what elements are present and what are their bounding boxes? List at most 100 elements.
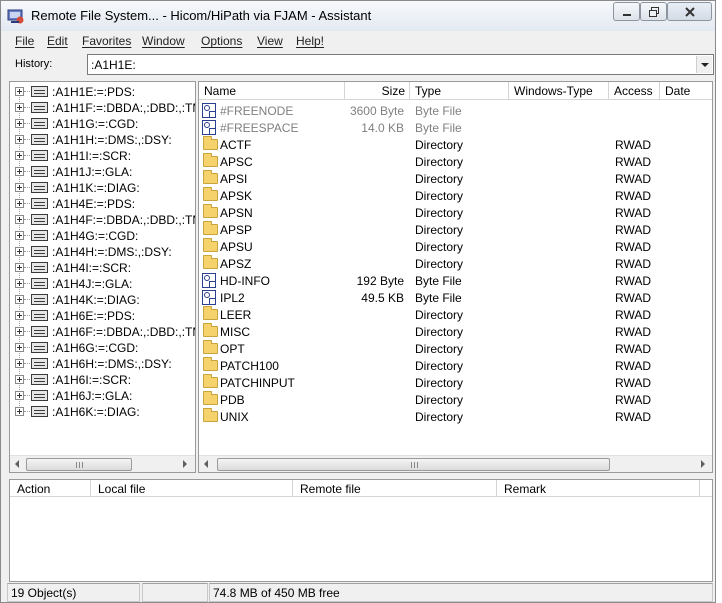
expand-icon[interactable]: [15, 263, 24, 272]
menu-options[interactable]: Options: [201, 34, 242, 48]
column-action[interactable]: Action: [10, 480, 91, 497]
tree-item[interactable]: :A1H1I:=:SCR:: [10, 148, 195, 164]
file-row[interactable]: ACTF Directory RWAD: [199, 136, 712, 153]
menu-file[interactable]: File: [15, 34, 34, 48]
tree-item[interactable]: :A1H1K:=:DIAG:: [10, 180, 195, 196]
tree-item[interactable]: :A1H4J:=:GLA:: [10, 276, 195, 292]
scroll-right-icon[interactable]: [183, 460, 187, 468]
tree-item[interactable]: :A1H1G:=:CGD:: [10, 116, 195, 132]
tree-item[interactable]: :A1H1H:=:DMS:,:DSY:: [10, 132, 195, 148]
expand-icon[interactable]: [15, 407, 24, 416]
column-remark[interactable]: Remark: [497, 480, 700, 497]
file-row[interactable]: PATCH100 Directory RWAD: [199, 357, 712, 374]
column-type[interactable]: Type: [410, 82, 509, 100]
tree-item[interactable]: :A1H4G:=:CGD:: [10, 228, 195, 244]
tree-item[interactable]: :A1H4K:=:DIAG:: [10, 292, 195, 308]
tree-item[interactable]: :A1H6E:=:PDS:: [10, 308, 195, 324]
file-list[interactable]: Name Size Type Windows-Type Access Date …: [198, 81, 713, 473]
expand-icon[interactable]: [15, 247, 24, 256]
column-local-file[interactable]: Local file: [91, 480, 293, 497]
menu-help[interactable]: Help!: [296, 34, 324, 48]
folder-tree[interactable]: :A1H1E:=:PDS::A1H1F:=:DBDA:,:DBD:,:TMD:A…: [9, 81, 196, 473]
file-row[interactable]: PDB Directory RWAD: [199, 391, 712, 408]
history-combobox[interactable]: :A1H1E:: [87, 54, 714, 75]
tree-item[interactable]: :A1H1F:=:DBDA:,:DBD:,:TMD: [10, 100, 195, 116]
close-button[interactable]: [667, 2, 712, 21]
expand-icon[interactable]: [15, 151, 24, 160]
tree-item[interactable]: :A1H4H:=:DMS:,:DSY:: [10, 244, 195, 260]
minimize-button[interactable]: [613, 2, 640, 21]
file-row[interactable]: MISC Directory RWAD: [199, 323, 712, 340]
tree-scroll-thumb[interactable]: [26, 458, 132, 471]
expand-icon[interactable]: [15, 167, 24, 176]
scroll-right-icon[interactable]: [701, 460, 705, 468]
file-row[interactable]: LEER Directory RWAD: [199, 306, 712, 323]
window-title: Remote File System... - Hicom/HiPath via…: [31, 8, 372, 23]
tree-item[interactable]: :A1H6I:=:SCR:: [10, 372, 195, 388]
tree-item[interactable]: :A1H4I:=:SCR:: [10, 260, 195, 276]
tree-item[interactable]: :A1H6J:=:GLA:: [10, 388, 195, 404]
column-date[interactable]: Date: [660, 82, 712, 100]
column-access[interactable]: Access: [609, 82, 660, 100]
history-value[interactable]: :A1H1E:: [91, 58, 136, 72]
scroll-left-icon[interactable]: [15, 460, 19, 468]
expand-icon[interactable]: [15, 87, 24, 96]
file-row[interactable]: IPL2 49.5 KB Byte File RWAD: [199, 289, 712, 306]
expand-icon[interactable]: [15, 327, 24, 336]
title-bar[interactable]: Remote File System... - Hicom/HiPath via…: [1, 1, 715, 31]
expand-icon[interactable]: [15, 183, 24, 192]
expand-icon[interactable]: [15, 359, 24, 368]
menu-window[interactable]: Window: [142, 34, 185, 48]
file-scroll-thumb[interactable]: [217, 458, 610, 471]
drive-icon: [31, 150, 48, 161]
transfer-log[interactable]: Action Local file Remote file Remark: [9, 479, 713, 582]
expand-icon[interactable]: [15, 279, 24, 288]
window-edge: [716, 0, 722, 603]
menu-favorites[interactable]: Favorites: [82, 34, 131, 48]
expand-icon[interactable]: [15, 343, 24, 352]
tree-item[interactable]: :A1H4F:=:DBDA:,:DBD:,:TMD: [10, 212, 195, 228]
file-row[interactable]: UNIX Directory RWAD: [199, 408, 712, 425]
file-row[interactable]: APSK Directory RWAD: [199, 187, 712, 204]
scroll-left-icon[interactable]: [204, 460, 208, 468]
expand-icon[interactable]: [15, 295, 24, 304]
column-size[interactable]: Size: [345, 82, 410, 100]
history-dropdown-button[interactable]: [696, 56, 712, 73]
column-remote-file[interactable]: Remote file: [293, 480, 497, 497]
tree-item[interactable]: :A1H1E:=:PDS:: [10, 84, 195, 100]
tree-item[interactable]: :A1H4E:=:PDS:: [10, 196, 195, 212]
file-row[interactable]: OPT Directory RWAD: [199, 340, 712, 357]
expand-icon[interactable]: [15, 375, 24, 384]
expand-icon[interactable]: [15, 215, 24, 224]
file-row[interactable]: APSZ Directory RWAD: [199, 255, 712, 272]
file-row[interactable]: HD-INFO 192 Byte Byte File RWAD: [199, 272, 712, 289]
expand-icon[interactable]: [15, 119, 24, 128]
expand-icon[interactable]: [15, 103, 24, 112]
tree-item[interactable]: :A1H6H:=:DMS:,:DSY:: [10, 356, 195, 372]
menu-edit[interactable]: Edit: [47, 34, 68, 48]
file-row[interactable]: PATCHINPUT Directory RWAD: [199, 374, 712, 391]
file-row[interactable]: #FREENODE 3600 Byte Byte File: [199, 102, 712, 119]
expand-icon[interactable]: [15, 311, 24, 320]
file-row[interactable]: APSN Directory RWAD: [199, 204, 712, 221]
file-row[interactable]: APSU Directory RWAD: [199, 238, 712, 255]
maximize-button[interactable]: [640, 2, 667, 21]
file-row[interactable]: #FREESPACE 14.0 KB Byte File: [199, 119, 712, 136]
tree-item[interactable]: :A1H6F:=:DBDA:,:DBD:,:TMD: [10, 324, 195, 340]
expand-icon[interactable]: [15, 391, 24, 400]
tree-item[interactable]: :A1H1J:=:GLA:: [10, 164, 195, 180]
file-row[interactable]: APSC Directory RWAD: [199, 153, 712, 170]
expand-icon[interactable]: [15, 199, 24, 208]
tree-horizontal-scrollbar[interactable]: [10, 455, 195, 472]
expand-icon[interactable]: [15, 135, 24, 144]
file-row[interactable]: APSP Directory RWAD: [199, 221, 712, 238]
column-windows-type[interactable]: Windows-Type: [509, 82, 609, 100]
column-name[interactable]: Name: [199, 82, 345, 100]
expand-icon[interactable]: [15, 231, 24, 240]
file-row[interactable]: APSI Directory RWAD: [199, 170, 712, 187]
tree-item[interactable]: :A1H6K:=:DIAG:: [10, 404, 195, 420]
menu-view[interactable]: View: [257, 34, 283, 48]
file-access: RWAD: [615, 274, 651, 288]
tree-item[interactable]: :A1H6G:=:CGD:: [10, 340, 195, 356]
file-horizontal-scrollbar[interactable]: [199, 455, 712, 472]
